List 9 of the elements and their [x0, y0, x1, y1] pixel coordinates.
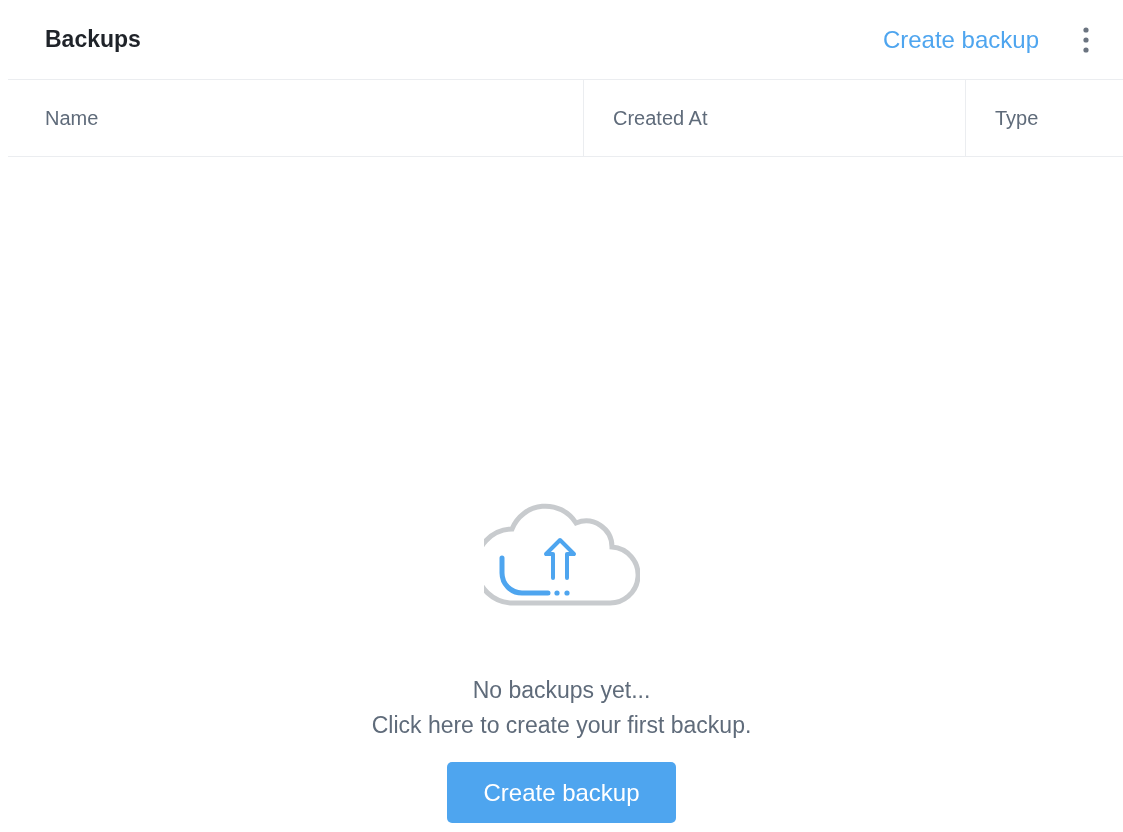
empty-hint: Click here to create your first backup. [371, 711, 752, 740]
create-backup-button[interactable]: Create backup [447, 762, 676, 823]
column-header: Type [995, 106, 1039, 130]
column-header: Name [45, 106, 99, 130]
empty-message: No backups yet... [472, 676, 651, 705]
page-title: Backups [45, 26, 142, 53]
column-header: Created At [613, 106, 708, 130]
create-backup-link[interactable]: Create backup [882, 25, 1039, 54]
kebab-menu-icon [1083, 26, 1089, 53]
